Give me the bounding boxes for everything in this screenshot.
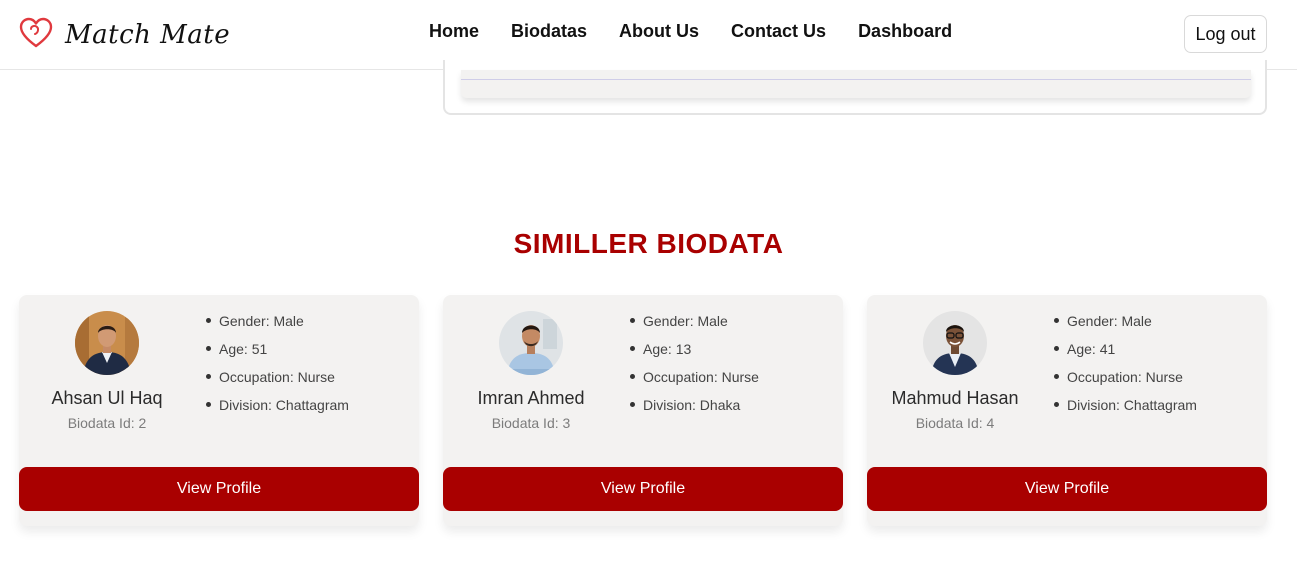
details-card-inner: [461, 70, 1251, 98]
profile-summary: Ahsan Ul Haq Biodata Id: 2: [19, 311, 195, 431]
profile-name: Ahsan Ul Haq: [51, 388, 163, 408]
division-item: Division: Chattagram: [203, 395, 349, 423]
profile-summary: Mahmud Hasan Biodata Id: 4: [867, 311, 1043, 431]
occupation-item: Occupation: Nurse: [627, 367, 759, 395]
occupation-item: Occupation: Nurse: [1051, 367, 1197, 395]
age-item: Age: 41: [1051, 339, 1197, 367]
profile-summary: Imran Ahmed Biodata Id: 3: [443, 311, 619, 431]
brand-logo[interactable]: Match Mate: [19, 17, 230, 53]
division-item: Division: Chattagram: [1051, 395, 1197, 423]
biodata-id: Biodata Id: 2: [67, 415, 147, 431]
nav-link-biodatas[interactable]: Biodatas: [511, 21, 587, 42]
avatar: [499, 311, 563, 375]
profile-name: Mahmud Hasan: [891, 388, 1019, 408]
profile-facts: Gender: Male Age: 13 Occupation: Nurse D…: [627, 311, 759, 423]
nav-link-about-us[interactable]: About Us: [619, 21, 699, 42]
view-profile-button[interactable]: View Profile: [19, 467, 419, 511]
biodata-id: Biodata Id: 4: [915, 415, 995, 431]
view-profile-button[interactable]: View Profile: [443, 467, 843, 511]
view-profile-button[interactable]: View Profile: [867, 467, 1267, 511]
avatar: [75, 311, 139, 375]
gender-item: Gender: Male: [1051, 311, 1197, 339]
profile-facts: Gender: Male Age: 51 Occupation: Nurse D…: [203, 311, 349, 423]
nav-link-dashboard[interactable]: Dashboard: [858, 21, 952, 42]
logout-button[interactable]: Log out: [1184, 15, 1267, 53]
biodata-card: Ahsan Ul Haq Biodata Id: 2 Gender: Male …: [19, 295, 419, 526]
gender-item: Gender: Male: [203, 311, 349, 339]
biodata-card: Mahmud Hasan Biodata Id: 4 Gender: Male …: [867, 295, 1267, 526]
gender-item: Gender: Male: [627, 311, 759, 339]
age-item: Age: 51: [203, 339, 349, 367]
main-nav: Home Biodatas About Us Contact Us Dashbo…: [429, 21, 952, 42]
divider: [461, 79, 1251, 80]
profile-name: Imran Ahmed: [477, 388, 585, 408]
profile-facts: Gender: Male Age: 41 Occupation: Nurse D…: [1051, 311, 1197, 423]
occupation-item: Occupation: Nurse: [203, 367, 349, 395]
age-item: Age: 13: [627, 339, 759, 367]
similar-biodata-title: SIMILLER BIODATA: [513, 228, 784, 259]
avatar: [923, 311, 987, 375]
division-item: Division: Dhaka: [627, 395, 759, 423]
nav-link-contact-us[interactable]: Contact Us: [731, 21, 826, 42]
nav-link-home[interactable]: Home: [429, 21, 479, 42]
details-card: [443, 60, 1267, 115]
biodata-id: Biodata Id: 3: [491, 415, 571, 431]
biodata-card: Imran Ahmed Biodata Id: 3 Gender: Male A…: [443, 295, 843, 526]
brand-name: Match Mate: [65, 20, 231, 50]
heart-logo-icon: [19, 17, 53, 53]
